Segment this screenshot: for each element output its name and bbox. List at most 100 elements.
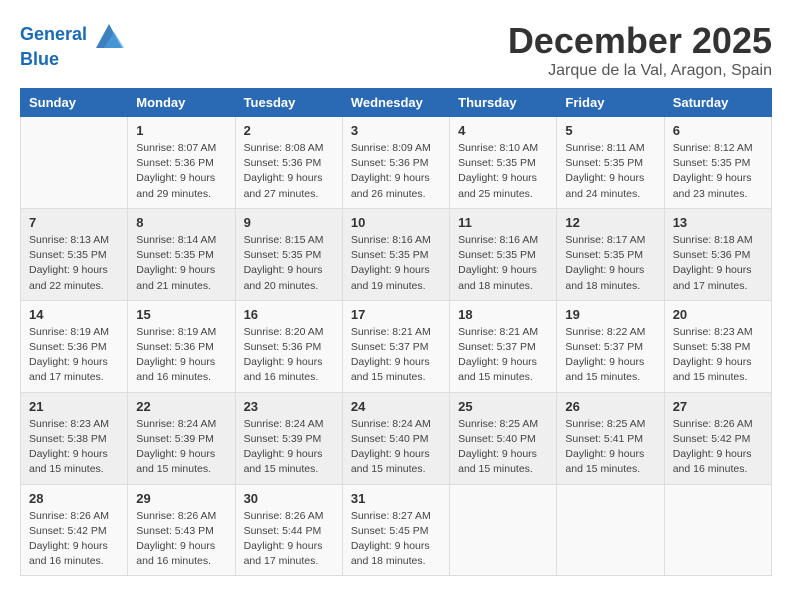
day-detail: Sunrise: 8:24 AMSunset: 5:39 PMDaylight:… xyxy=(244,417,334,478)
calendar-cell: 8 Sunrise: 8:14 AMSunset: 5:35 PMDaylight… xyxy=(128,208,235,300)
weekday-header-thursday: Thursday xyxy=(450,89,557,117)
weekday-header-row: SundayMondayTuesdayWednesdayThursdayFrid… xyxy=(21,89,772,117)
day-number: 5 xyxy=(565,123,655,138)
day-number: 10 xyxy=(351,215,441,230)
calendar-cell: 31 Sunrise: 8:27 AMSunset: 5:45 PMDayligh… xyxy=(342,484,449,576)
day-detail: Sunrise: 8:21 AMSunset: 5:37 PMDaylight:… xyxy=(351,325,441,386)
day-detail: Sunrise: 8:24 AMSunset: 5:39 PMDaylight:… xyxy=(136,417,226,478)
weekday-header-tuesday: Tuesday xyxy=(235,89,342,117)
page-header: General Blue December 2025 Jarque de la … xyxy=(20,20,772,80)
day-number: 4 xyxy=(458,123,548,138)
day-number: 24 xyxy=(351,399,441,414)
day-number: 29 xyxy=(136,491,226,506)
day-detail: Sunrise: 8:08 AMSunset: 5:36 PMDaylight:… xyxy=(244,141,334,202)
day-detail: Sunrise: 8:26 AMSunset: 5:42 PMDaylight:… xyxy=(673,417,763,478)
day-detail: Sunrise: 8:24 AMSunset: 5:40 PMDaylight:… xyxy=(351,417,441,478)
day-number: 14 xyxy=(29,307,119,322)
day-number: 13 xyxy=(673,215,763,230)
calendar-cell: 19 Sunrise: 8:22 AMSunset: 5:37 PMDayligh… xyxy=(557,300,664,392)
day-detail: Sunrise: 8:20 AMSunset: 5:36 PMDaylight:… xyxy=(244,325,334,386)
calendar-cell: 25Sunrise: 8:25 AMSunset: 5:40 PMDayligh… xyxy=(450,392,557,484)
day-detail: Sunrise: 8:15 AMSunset: 5:35 PMDaylight:… xyxy=(244,233,334,294)
day-number: 21 xyxy=(29,399,119,414)
day-detail: Sunrise: 8:22 AMSunset: 5:37 PMDaylight:… xyxy=(565,325,655,386)
logo: General Blue xyxy=(20,20,124,70)
day-number: 6 xyxy=(673,123,763,138)
day-number: 31 xyxy=(351,491,441,506)
calendar-cell: 10Sunrise: 8:16 AMSunset: 5:35 PMDayligh… xyxy=(342,208,449,300)
weekday-header-friday: Friday xyxy=(557,89,664,117)
day-number: 26 xyxy=(565,399,655,414)
day-detail: Sunrise: 8:12 AMSunset: 5:35 PMDaylight:… xyxy=(673,141,763,202)
day-number: 22 xyxy=(136,399,226,414)
calendar-table: SundayMondayTuesdayWednesdayThursdayFrid… xyxy=(20,88,772,576)
day-detail: Sunrise: 8:26 AMSunset: 5:44 PMDaylight:… xyxy=(244,509,334,570)
calendar-cell xyxy=(21,117,128,209)
day-detail: Sunrise: 8:10 AMSunset: 5:35 PMDaylight:… xyxy=(458,141,548,202)
day-number: 19 xyxy=(565,307,655,322)
logo-icon xyxy=(94,20,124,50)
day-number: 23 xyxy=(244,399,334,414)
day-number: 18 xyxy=(458,307,548,322)
calendar-cell: 21 Sunrise: 8:23 AMSunset: 5:38 PMDayligh… xyxy=(21,392,128,484)
weekday-header-wednesday: Wednesday xyxy=(342,89,449,117)
weekday-header-monday: Monday xyxy=(128,89,235,117)
day-detail: Sunrise: 8:25 AMSunset: 5:40 PMDaylight:… xyxy=(458,417,548,478)
calendar-week-row: 1Sunrise: 8:07 AMSunset: 5:36 PMDaylight… xyxy=(21,117,772,209)
calendar-cell: 2Sunrise: 8:08 AMSunset: 5:36 PMDaylight… xyxy=(235,117,342,209)
day-number: 28 xyxy=(29,491,119,506)
day-number: 17 xyxy=(351,307,441,322)
title-block: December 2025 Jarque de la Val, Aragon, … xyxy=(508,20,772,80)
day-detail: Sunrise: 8:23 AMSunset: 5:38 PMDaylight:… xyxy=(673,325,763,386)
day-detail: Sunrise: 8:18 AMSunset: 5:36 PMDaylight:… xyxy=(673,233,763,294)
calendar-cell: 15Sunrise: 8:19 AMSunset: 5:36 PMDayligh… xyxy=(128,300,235,392)
day-detail: Sunrise: 8:26 AMSunset: 5:43 PMDaylight:… xyxy=(136,509,226,570)
day-detail: Sunrise: 8:19 AMSunset: 5:36 PMDaylight:… xyxy=(136,325,226,386)
calendar-cell: 29 Sunrise: 8:26 AMSunset: 5:43 PMDayligh… xyxy=(128,484,235,576)
logo-text: General xyxy=(20,20,124,50)
calendar-body: 1Sunrise: 8:07 AMSunset: 5:36 PMDaylight… xyxy=(21,117,772,576)
calendar-cell: 3 Sunrise: 8:09 AMSunset: 5:36 PMDaylight… xyxy=(342,117,449,209)
calendar-cell: 24 Sunrise: 8:24 AMSunset: 5:40 PMDayligh… xyxy=(342,392,449,484)
day-detail: Sunrise: 8:14 AMSunset: 5:35 PMDaylight:… xyxy=(136,233,226,294)
weekday-header-sunday: Sunday xyxy=(21,89,128,117)
calendar-cell: 22 Sunrise: 8:24 AMSunset: 5:39 PMDayligh… xyxy=(128,392,235,484)
day-number: 16 xyxy=(244,307,334,322)
calendar-cell: 6 Sunrise: 8:12 AMSunset: 5:35 PMDaylight… xyxy=(664,117,771,209)
calendar-cell: 11Sunrise: 8:16 AMSunset: 5:35 PMDayligh… xyxy=(450,208,557,300)
calendar-cell xyxy=(450,484,557,576)
calendar-cell: 23 Sunrise: 8:24 AMSunset: 5:39 PMDayligh… xyxy=(235,392,342,484)
calendar-week-row: 7Sunrise: 8:13 AMSunset: 5:35 PMDaylight… xyxy=(21,208,772,300)
day-detail: Sunrise: 8:19 AMSunset: 5:36 PMDaylight:… xyxy=(29,325,119,386)
calendar-cell: 30 Sunrise: 8:26 AMSunset: 5:44 PMDayligh… xyxy=(235,484,342,576)
location: Jarque de la Val, Aragon, Spain xyxy=(508,62,772,80)
calendar-cell: 20Sunrise: 8:23 AMSunset: 5:38 PMDayligh… xyxy=(664,300,771,392)
calendar-cell: 1Sunrise: 8:07 AMSunset: 5:36 PMDaylight… xyxy=(128,117,235,209)
day-detail: Sunrise: 8:09 AMSunset: 5:36 PMDaylight:… xyxy=(351,141,441,202)
calendar-week-row: 14 Sunrise: 8:19 AMSunset: 5:36 PMDayligh… xyxy=(21,300,772,392)
calendar-cell: 7Sunrise: 8:13 AMSunset: 5:35 PMDaylight… xyxy=(21,208,128,300)
day-number: 30 xyxy=(244,491,334,506)
day-number: 12 xyxy=(565,215,655,230)
calendar-cell: 28 Sunrise: 8:26 AMSunset: 5:42 PMDayligh… xyxy=(21,484,128,576)
day-detail: Sunrise: 8:16 AMSunset: 5:35 PMDaylight:… xyxy=(458,233,548,294)
calendar-cell: 17 Sunrise: 8:21 AMSunset: 5:37 PMDayligh… xyxy=(342,300,449,392)
day-number: 9 xyxy=(244,215,334,230)
day-detail: Sunrise: 8:17 AMSunset: 5:35 PMDaylight:… xyxy=(565,233,655,294)
day-detail: Sunrise: 8:11 AMSunset: 5:35 PMDaylight:… xyxy=(565,141,655,202)
calendar-cell: 13 Sunrise: 8:18 AMSunset: 5:36 PMDayligh… xyxy=(664,208,771,300)
day-number: 8 xyxy=(136,215,226,230)
day-detail: Sunrise: 8:26 AMSunset: 5:42 PMDaylight:… xyxy=(29,509,119,570)
day-number: 3 xyxy=(351,123,441,138)
day-detail: Sunrise: 8:25 AMSunset: 5:41 PMDaylight:… xyxy=(565,417,655,478)
day-detail: Sunrise: 8:23 AMSunset: 5:38 PMDaylight:… xyxy=(29,417,119,478)
day-detail: Sunrise: 8:07 AMSunset: 5:36 PMDaylight:… xyxy=(136,141,226,202)
calendar-cell: 26 Sunrise: 8:25 AMSunset: 5:41 PMDayligh… xyxy=(557,392,664,484)
logo-blue-text: Blue xyxy=(20,50,124,70)
weekday-header-saturday: Saturday xyxy=(664,89,771,117)
day-number: 27 xyxy=(673,399,763,414)
calendar-cell: 16 Sunrise: 8:20 AMSunset: 5:36 PMDayligh… xyxy=(235,300,342,392)
day-detail: Sunrise: 8:27 AMSunset: 5:45 PMDaylight:… xyxy=(351,509,441,570)
calendar-cell: 18Sunrise: 8:21 AMSunset: 5:37 PMDayligh… xyxy=(450,300,557,392)
month-title: December 2025 xyxy=(508,20,772,62)
